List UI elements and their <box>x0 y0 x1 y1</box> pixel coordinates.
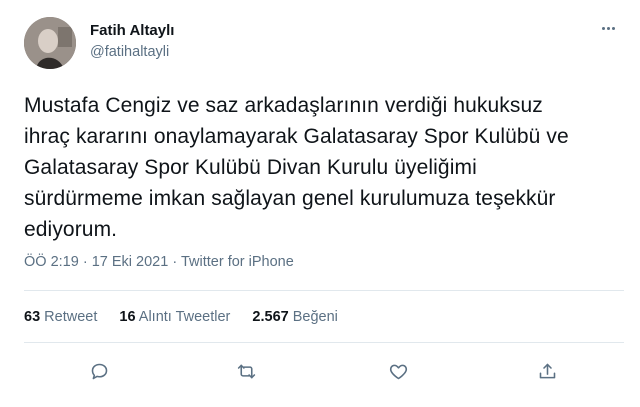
reply-icon <box>91 363 107 379</box>
likes-stat[interactable]: 2.567 Beğeni <box>252 307 337 327</box>
author-handle[interactable]: @fatihaltayli <box>90 42 174 62</box>
retweets-stat[interactable]: 63 Retweet <box>24 307 97 327</box>
tweet-meta: ÖÖ 2:19 · 17 Eki 2021 · Twitter for iPho… <box>24 252 294 272</box>
tweet-actions <box>24 356 624 386</box>
meta-separator: · <box>172 254 178 270</box>
author-names: Fatih Altaylı @fatihaltayli <box>90 22 174 62</box>
avatar[interactable] <box>24 17 76 69</box>
more-icon[interactable] <box>596 20 620 36</box>
tweet-stats: 63 Retweet 16 Alıntı Tweetler 2.567 Beğe… <box>24 307 356 327</box>
quotes-count: 16 <box>119 309 136 325</box>
share-icon <box>539 363 555 378</box>
retweet-icon <box>237 364 255 378</box>
like-icon <box>389 364 407 379</box>
tweet-time[interactable]: ÖÖ 2:19 <box>24 254 79 270</box>
tweet-date[interactable]: 17 Eki 2021 <box>92 254 169 270</box>
retweets-count: 63 <box>24 309 41 325</box>
retweet-button[interactable] <box>231 356 261 386</box>
tweet-header: Fatih Altaylı @fatihaltayli <box>24 16 624 72</box>
author-display-name[interactable]: Fatih Altaylı <box>90 22 174 40</box>
tweet-source[interactable]: Twitter for iPhone <box>181 254 294 270</box>
likes-label: Beğeni <box>292 309 338 325</box>
share-button[interactable] <box>532 356 562 386</box>
divider <box>24 342 624 343</box>
divider <box>24 290 624 291</box>
likes-count: 2.567 <box>252 309 289 325</box>
quotes-stat[interactable]: 16 Alıntı Tweetler <box>119 307 230 327</box>
tweet-card: Fatih Altaylı @fatihaltayli Mustafa Ceng… <box>0 0 640 407</box>
reply-button[interactable] <box>84 356 114 386</box>
retweets-label: Retweet <box>44 309 98 325</box>
like-button[interactable] <box>383 356 413 386</box>
tweet-text: Mustafa Cengiz ve saz arkadaşlarının ver… <box>24 94 569 241</box>
meta-separator: · <box>82 254 88 270</box>
quotes-label: Alıntı Tweetler <box>138 309 231 325</box>
